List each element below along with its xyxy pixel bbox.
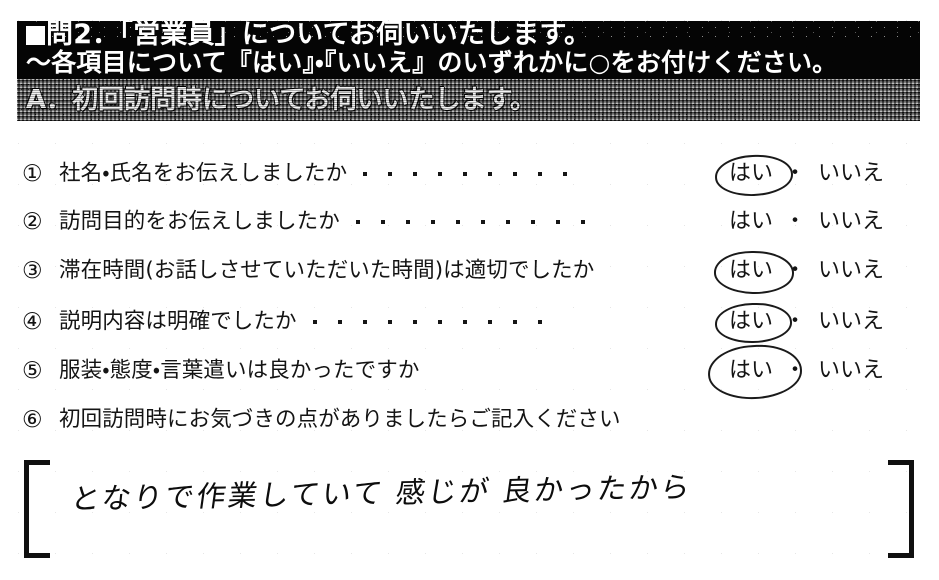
- survey-form-page: 問2．「営業員」についてお伺いいたします。 ～各項目について『はい』・『いいえ』…: [0, 0, 939, 580]
- answer-separator: ・: [783, 161, 806, 186]
- answer-yes-label: はい: [728, 358, 773, 383]
- question-number: ②: [22, 209, 43, 235]
- question-text: 社名・氏名をお伝えしましたか: [59, 161, 348, 186]
- section-band-label: A．初回訪問時についてお伺いいたします。: [26, 85, 536, 115]
- answer-yes-label: はい: [728, 209, 773, 234]
- answer-no[interactable]: いいえ: [814, 309, 915, 335]
- question-row: ④ 説明内容は明確でしたか はい ・ いいえ: [17, 300, 920, 344]
- answer-no[interactable]: いいえ: [814, 358, 915, 384]
- question-text: 訪問目的をお伝えしましたか: [59, 209, 340, 234]
- question-row: ③ 滞在時間(お話しさせていただいた時間)は適切でしたか はい ・ いいえ: [17, 249, 920, 296]
- question-text: 初回訪問時にお気づきの点がありましたらご記入ください: [59, 407, 621, 432]
- answer-options: はい ・ いいえ: [726, 200, 915, 244]
- answer-separator: ・: [783, 209, 806, 234]
- section-band: A．初回訪問時についてお伺いいたします。: [17, 79, 920, 121]
- question-row: ⑤ 服装・態度・言葉遣いは良かったですか はい ・ いいえ: [17, 342, 920, 402]
- question-text: 説明内容は明確でしたか: [59, 309, 297, 334]
- question-number: ④: [22, 309, 43, 335]
- comment-field[interactable]: となりで作業していて 感じが 良かったから: [24, 460, 914, 560]
- question-text: 滞在時間(お話しさせていただいた時間)は適切でしたか: [59, 258, 595, 283]
- header-block: 問2．「営業員」についてお伺いいたします。 ～各項目について『はい』・『いいえ』…: [17, 20, 920, 79]
- answer-yes[interactable]: はい: [714, 153, 794, 198]
- answer-options: はい ・ いいえ: [714, 152, 915, 198]
- answer-yes[interactable]: はい: [713, 249, 795, 296]
- answer-yes-label: はい: [728, 258, 773, 283]
- answer-options: はい ・ いいえ: [714, 300, 915, 344]
- dot-leader: [312, 320, 542, 324]
- answer-no-label: いいえ: [818, 209, 885, 234]
- answer-no-label: いいえ: [818, 358, 885, 383]
- answer-no-label: いいえ: [818, 309, 885, 334]
- question-number: ①: [22, 161, 43, 187]
- header-line-2: ～各項目について『はい』・『いいえ』のいずれかに○をお付けください。: [26, 48, 838, 77]
- answer-no[interactable]: いいえ: [814, 161, 915, 187]
- answer-separator: ・: [783, 358, 806, 383]
- answer-options: はい ・ いいえ: [713, 249, 915, 296]
- dot-leader: [355, 220, 585, 224]
- question-number: ③: [22, 258, 43, 284]
- answer-no-label: いいえ: [818, 258, 885, 283]
- question-number: ⑥: [22, 407, 43, 433]
- answer-yes[interactable]: はい: [714, 302, 793, 344]
- square-bullet-icon: [26, 26, 45, 45]
- answer-separator: ・: [783, 258, 806, 283]
- answer-no[interactable]: いいえ: [814, 258, 915, 284]
- question-text: 服装・態度・言葉遣いは良かったですか: [59, 358, 420, 383]
- answer-yes[interactable]: はい: [706, 342, 804, 402]
- question-row: ⑥ 初回訪問時にお気づきの点がありましたらご記入ください: [17, 398, 920, 442]
- header-line-1: 問2．「営業員」についてお伺いいたします。: [26, 20, 591, 50]
- question-row: ① 社名・氏名をお伝えしましたか はい ・ いいえ: [17, 152, 920, 198]
- answer-no-label: いいえ: [818, 161, 885, 186]
- handwritten-comment-text: となりで作業していて 感じが 良かったから: [68, 470, 695, 516]
- dot-leader: [363, 172, 568, 176]
- bracket-left-icon: [24, 460, 50, 558]
- answer-yes-label: はい: [728, 161, 773, 186]
- answer-separator: ・: [783, 309, 806, 334]
- header-line-1-text: 問2．「営業員」についてお伺いいたします。: [46, 19, 592, 50]
- question-number: ⑤: [22, 358, 43, 384]
- answer-yes[interactable]: はい: [726, 209, 776, 235]
- bracket-right-icon: [888, 460, 914, 558]
- answer-options: はい ・ いいえ: [706, 342, 915, 402]
- answer-no[interactable]: いいえ: [814, 209, 915, 235]
- question-row: ② 訪問目的をお伝えしましたか はい ・ いいえ: [17, 200, 920, 244]
- answer-yes-label: はい: [728, 309, 773, 334]
